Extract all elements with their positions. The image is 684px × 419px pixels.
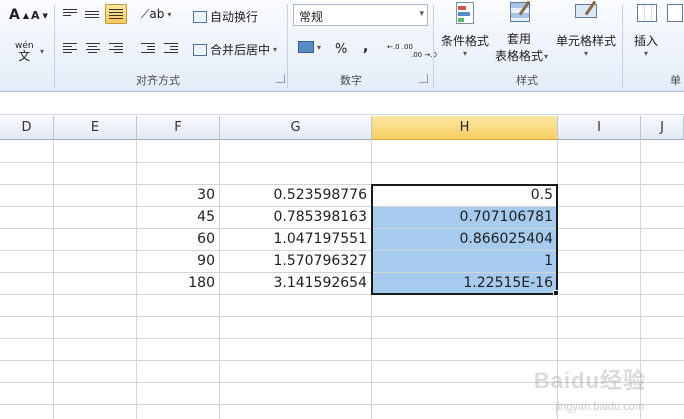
gridline [0, 360, 684, 361]
group-separator [54, 4, 55, 88]
cell-f-45[interactable]: 45 [137, 207, 219, 228]
conditional-formatting-icon [450, 0, 480, 28]
number-group-label: 数字 [340, 74, 362, 87]
align-left-button[interactable] [62, 42, 78, 54]
column-header-e[interactable]: E [54, 116, 137, 140]
cell-g-90[interactable]: 1.570796327 [220, 251, 371, 272]
wrap-text-button[interactable]: 自动换行 [192, 7, 259, 26]
chevron-down-icon: ▾ [419, 9, 424, 19]
gridline [0, 316, 684, 317]
conditional-formatting-button[interactable]: 条件格式 ▾ [438, 0, 492, 58]
group-separator [433, 4, 434, 88]
cell-f-180[interactable]: 180 [137, 273, 219, 294]
cell-g-60[interactable]: 1.047197551 [220, 229, 371, 250]
number-format-select[interactable]: 常规 ▾ [293, 4, 428, 26]
cell-h-45[interactable]: 0.707106781 [372, 207, 557, 228]
format-as-table-icon [504, 0, 534, 28]
column-header-f[interactable]: F [137, 116, 220, 140]
cell-f-30[interactable]: 30 [137, 185, 219, 206]
column-header-i[interactable]: I [558, 116, 641, 140]
column-header-d[interactable]: D [0, 116, 54, 140]
insert-cells-icon [631, 0, 661, 28]
shrink-font-button[interactable]: A ▼ [30, 8, 49, 23]
watermark-logo: Baidu经验 [533, 368, 646, 393]
watermark-url: jingyan.baidu.com [555, 401, 644, 413]
alignment-group-label: 对齐方式 [136, 74, 180, 87]
grow-font-button[interactable]: A ▲ [8, 6, 30, 24]
align-right-button[interactable] [108, 42, 124, 54]
accounting-format-button[interactable]: ▾ [297, 40, 322, 54]
column-header-g[interactable]: G [220, 116, 372, 140]
cell-h-180[interactable]: 1.22515E-16 [372, 273, 557, 294]
decrease-indent-button[interactable] [140, 42, 156, 54]
cell-styles-button[interactable]: 单元格样式 ▾ [553, 0, 619, 58]
wrap-text-icon [193, 10, 207, 23]
phonetic-guide-button[interactable]: wén 文 [14, 40, 35, 62]
align-middle-icon [85, 11, 99, 18]
number-dialog-launcher[interactable] [419, 74, 428, 83]
phonetic-dropdown-icon[interactable]: ▾ [40, 47, 44, 56]
gridline [53, 140, 54, 419]
increase-indent-button[interactable] [163, 42, 179, 54]
cell-f-90[interactable]: 90 [137, 251, 219, 272]
gridline [0, 338, 684, 339]
align-center-button[interactable] [85, 42, 101, 54]
ribbon: A ▲ A ▼ wén 文 ▾ ⟋ab ▾ 自动换行 合并后居中 ▾ 对齐方式 … [0, 0, 684, 92]
column-header-h[interactable]: H [372, 116, 558, 140]
percent-style-button[interactable]: % [334, 41, 348, 58]
cell-h-90[interactable]: 1 [372, 251, 557, 272]
cell-g-45[interactable]: 0.785398163 [220, 207, 371, 228]
delete-cells-icon [665, 0, 684, 28]
align-bottom-icon [109, 9, 123, 19]
styles-group-label: 样式 [516, 74, 538, 87]
format-as-table-button[interactable]: 套用 表格格式 [492, 0, 546, 64]
cell-h-30[interactable]: 0.5 [372, 185, 557, 206]
formula-bar[interactable] [0, 93, 684, 115]
insert-cells-button[interactable]: 插入 ▾ [626, 0, 666, 58]
cell-styles-icon [571, 0, 601, 28]
cell-g-180[interactable]: 3.141592654 [220, 273, 371, 294]
merge-center-icon [193, 43, 207, 56]
group-separator [622, 4, 623, 88]
cells-group-label: 单 [670, 74, 681, 87]
cell-f-60[interactable]: 60 [137, 229, 219, 250]
alignment-dialog-launcher[interactable] [276, 74, 285, 83]
align-middle-button[interactable] [84, 10, 100, 19]
align-center-icon [86, 43, 100, 53]
gridline [0, 294, 684, 295]
align-top-button[interactable] [62, 8, 78, 17]
align-top-icon [63, 9, 77, 16]
cell-g-30[interactable]: 0.523598776 [220, 185, 371, 206]
comma-style-button[interactable]: , [362, 38, 369, 56]
decrease-indent-icon [141, 43, 155, 53]
increase-indent-icon [164, 43, 178, 53]
orientation-button[interactable]: ⟋ab ▾ [140, 6, 172, 23]
align-right-icon [109, 43, 123, 53]
fill-handle[interactable] [553, 290, 559, 296]
delete-cells-button[interactable] [667, 0, 684, 32]
group-separator [287, 4, 288, 88]
orientation-icon: ⟋ab [141, 7, 165, 21]
format-as-table-dropdown-icon[interactable]: ▾ [544, 52, 548, 61]
cell-h-60[interactable]: 0.866025404 [372, 229, 557, 250]
currency-icon [298, 41, 314, 53]
merge-center-button[interactable]: 合并后居中 ▾ [192, 40, 278, 59]
gridline [0, 162, 684, 163]
align-bottom-button[interactable] [105, 4, 127, 24]
align-left-icon [63, 43, 77, 53]
column-header-j[interactable]: J [641, 116, 684, 140]
